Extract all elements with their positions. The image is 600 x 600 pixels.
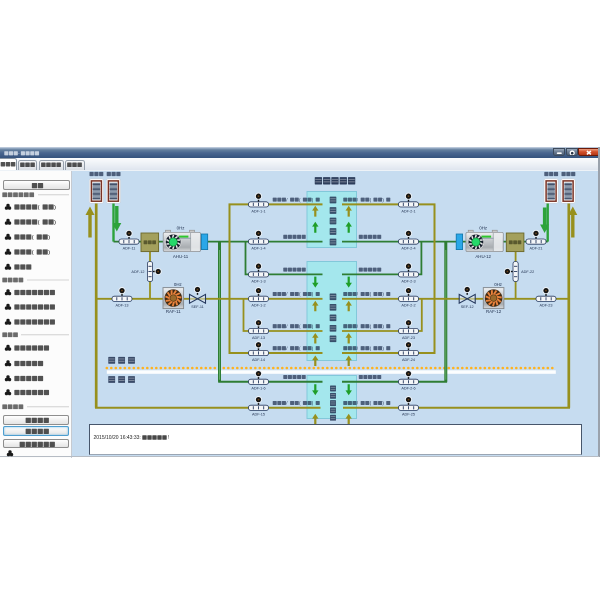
svg-text:!: ! [168, 435, 169, 441]
svg-text:2015/10/20 16:43:33:: 2015/10/20 16:43:33: [93, 435, 140, 441]
svg-text:-: - [18, 151, 20, 156]
